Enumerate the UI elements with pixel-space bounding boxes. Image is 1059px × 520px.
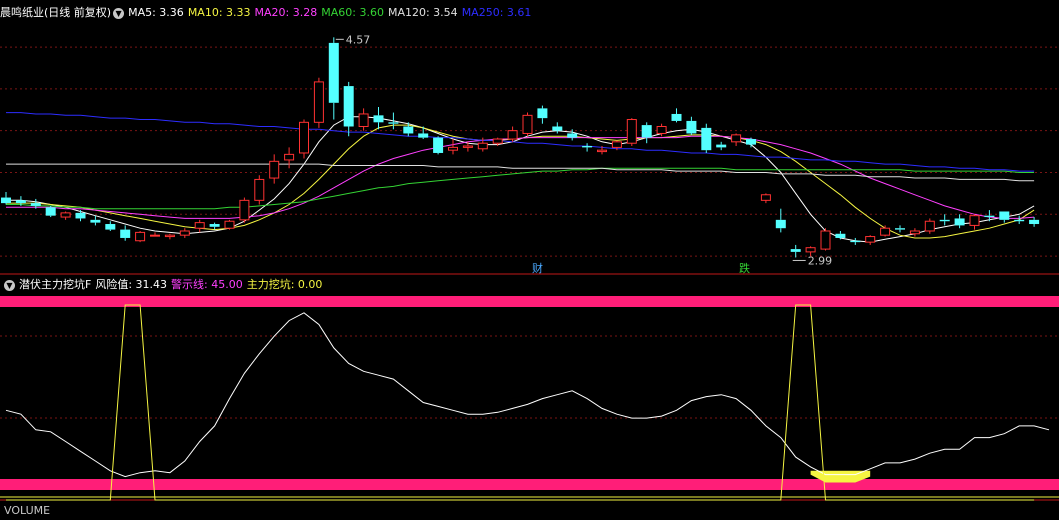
candle (433, 136, 444, 155)
candle (135, 230, 146, 243)
candle (224, 219, 235, 230)
ma-line-ma5 (6, 116, 1035, 243)
chevron-down-icon[interactable]: ▼ (4, 279, 15, 291)
candlestick-series (1, 37, 1040, 258)
price-drop-badge[interactable]: 跌 (738, 262, 751, 275)
candle (552, 122, 563, 134)
ma-indicator-ma250: MA250: 3.61 (461, 6, 532, 19)
candle (716, 141, 727, 151)
candle (939, 214, 950, 226)
candle (269, 154, 280, 184)
candle (626, 118, 637, 146)
indicator-value-0: 风险值: 31.43 (95, 278, 168, 291)
candle (313, 77, 324, 128)
chart-canvas[interactable]: 4.57 2.99 (0, 0, 1059, 509)
candle (209, 222, 220, 230)
candle (522, 112, 533, 137)
candle (75, 210, 86, 222)
low-price-label: 2.99 (808, 254, 833, 267)
candle (358, 108, 369, 131)
candle (999, 211, 1010, 223)
candle (671, 108, 682, 123)
candle (388, 112, 399, 130)
candle (969, 214, 980, 230)
ma-indicator-ma60: MA60: 3.60 (321, 6, 384, 19)
candle (239, 197, 250, 223)
candle (328, 37, 339, 120)
indicator-value-2: 主力挖坑: 0.00 (246, 278, 323, 291)
stock-title[interactable]: 晨鸣纸业(日线 前复权) (0, 6, 111, 19)
indicator-value-1: 警示线: 45.00 (171, 278, 243, 291)
candle (701, 123, 712, 153)
candle (179, 228, 190, 238)
risk-value-line (5, 312, 1050, 478)
ma-indicator-ma120: MA120: 3.54 (387, 6, 458, 19)
candle (909, 228, 920, 237)
candle (343, 81, 354, 137)
candle (105, 221, 116, 231)
candle (686, 116, 697, 135)
candle (45, 205, 56, 218)
candle (120, 225, 131, 241)
candle (835, 230, 846, 240)
candle (760, 193, 771, 204)
candle (731, 133, 742, 146)
sub-panel-header: ▼ 潜伏主力挖坑F 风险值: 31.43 警示线: 45.00 主力挖坑: 0.00 (0, 276, 330, 294)
sub-chart-grid (0, 296, 1059, 498)
candle (775, 208, 786, 233)
candle (1, 191, 11, 205)
candle (746, 137, 756, 148)
indicator-title[interactable]: 潜伏主力挖坑F (19, 278, 91, 291)
candle (537, 105, 548, 124)
candle (790, 244, 801, 258)
ma-indicator-ma20: MA20: 3.28 (254, 6, 318, 19)
candle (1029, 217, 1040, 227)
candle (880, 225, 891, 237)
ma-indicator-list: MA5: 3.36 MA10: 3.33 MA20: 3.28 MA60: 3.60 M… (128, 6, 535, 19)
candle (954, 214, 965, 229)
ma-indicator-ma10: MA10: 3.33 (187, 6, 251, 19)
candle (820, 228, 831, 251)
financial-report-badge[interactable]: 财 (531, 262, 544, 275)
ma-indicator-ma5: MA5: 3.36 (128, 6, 184, 19)
candle (254, 175, 265, 205)
candle (507, 126, 518, 142)
warning-band-bottom (0, 479, 1059, 490)
candle (448, 139, 458, 155)
ma-line-ma250 (6, 112, 1035, 172)
candle (373, 106, 384, 130)
candle (641, 122, 652, 144)
warning-band-top (0, 296, 1059, 307)
chevron-down-icon[interactable]: ▼ (113, 7, 125, 19)
candle (924, 218, 935, 234)
high-price-label: 4.57 (346, 33, 371, 46)
ma-line-ma60 (6, 167, 1035, 210)
candle (299, 119, 309, 159)
candle (164, 233, 175, 240)
candle (150, 232, 160, 237)
main-pit-line (6, 304, 1035, 501)
candle (895, 225, 905, 233)
candle (60, 211, 71, 220)
candle (284, 147, 295, 169)
candle (194, 219, 205, 233)
main-panel-header: 晨鸣纸业(日线 前复权) ▼ MA5: 3.36 MA10: 3.33 MA20: 3.… (0, 4, 539, 22)
indicator-lines (5, 304, 1050, 501)
candle (582, 143, 593, 152)
ma-line-ma20 (6, 135, 1035, 219)
candle (850, 237, 861, 245)
candle (865, 235, 876, 245)
volume-panel-label: VOLUME (4, 504, 51, 517)
moving-average-lines (6, 112, 1035, 243)
candle (1014, 215, 1025, 225)
indicator-value-list: 风险值: 31.43 警示线: 45.00 主力挖坑: 0.00 (95, 278, 326, 291)
